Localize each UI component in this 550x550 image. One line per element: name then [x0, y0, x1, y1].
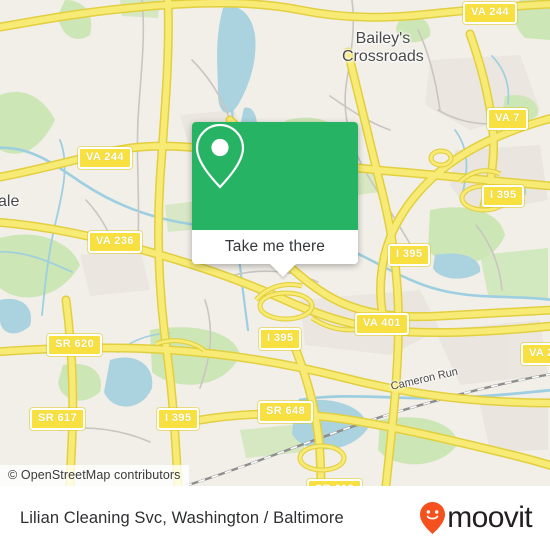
road-shield: VA 244 — [78, 147, 132, 169]
map-place-label: Bailey's Crossroads — [342, 30, 424, 65]
map-place-label: ale — [0, 193, 20, 210]
road-shield: VA 236 — [88, 231, 142, 253]
popup-header — [192, 122, 358, 230]
road-shield: SR 613 — [307, 479, 363, 486]
page-title: Lilian Cleaning Svc, Washington / Baltim… — [20, 508, 344, 527]
road-shield: SR 617 — [30, 408, 86, 430]
popup-action-row[interactable]: Take me there — [192, 230, 358, 264]
road-shield: SR 648 — [258, 401, 314, 423]
map-canvas[interactable]: Bailey's Crossroads ale Cameron Run VA 2… — [0, 0, 550, 486]
road-shield: SR 620 — [47, 334, 103, 356]
road-shield: VA 244 — [463, 2, 517, 24]
popup-tail — [270, 264, 296, 277]
road-shield: I 395 — [482, 185, 525, 207]
osm-attribution[interactable]: © OpenStreetMap contributors — [0, 465, 189, 486]
location-popup-card[interactable]: Take me there — [192, 122, 358, 277]
map-pin-icon — [195, 123, 245, 189]
moovit-smiley-pin-icon — [420, 502, 446, 534]
moovit-station-map-page: Bailey's Crossroads ale Cameron Run VA 2… — [0, 0, 550, 550]
road-shield: I 395 — [259, 328, 302, 350]
road-shield: VA 2 — [521, 343, 550, 365]
moovit-wordmark: moovit — [447, 501, 532, 534]
road-shield: VA 7 — [487, 108, 528, 130]
take-me-there-label: Take me there — [224, 238, 326, 255]
moovit-brand-logo[interactable]: moovit — [419, 501, 533, 535]
road-shield: I 395 — [388, 244, 431, 266]
road-shield: VA 401 — [355, 313, 409, 335]
road-shield: I 395 — [157, 408, 200, 430]
footer-bar: Lilian Cleaning Svc, Washington / Baltim… — [0, 486, 550, 550]
